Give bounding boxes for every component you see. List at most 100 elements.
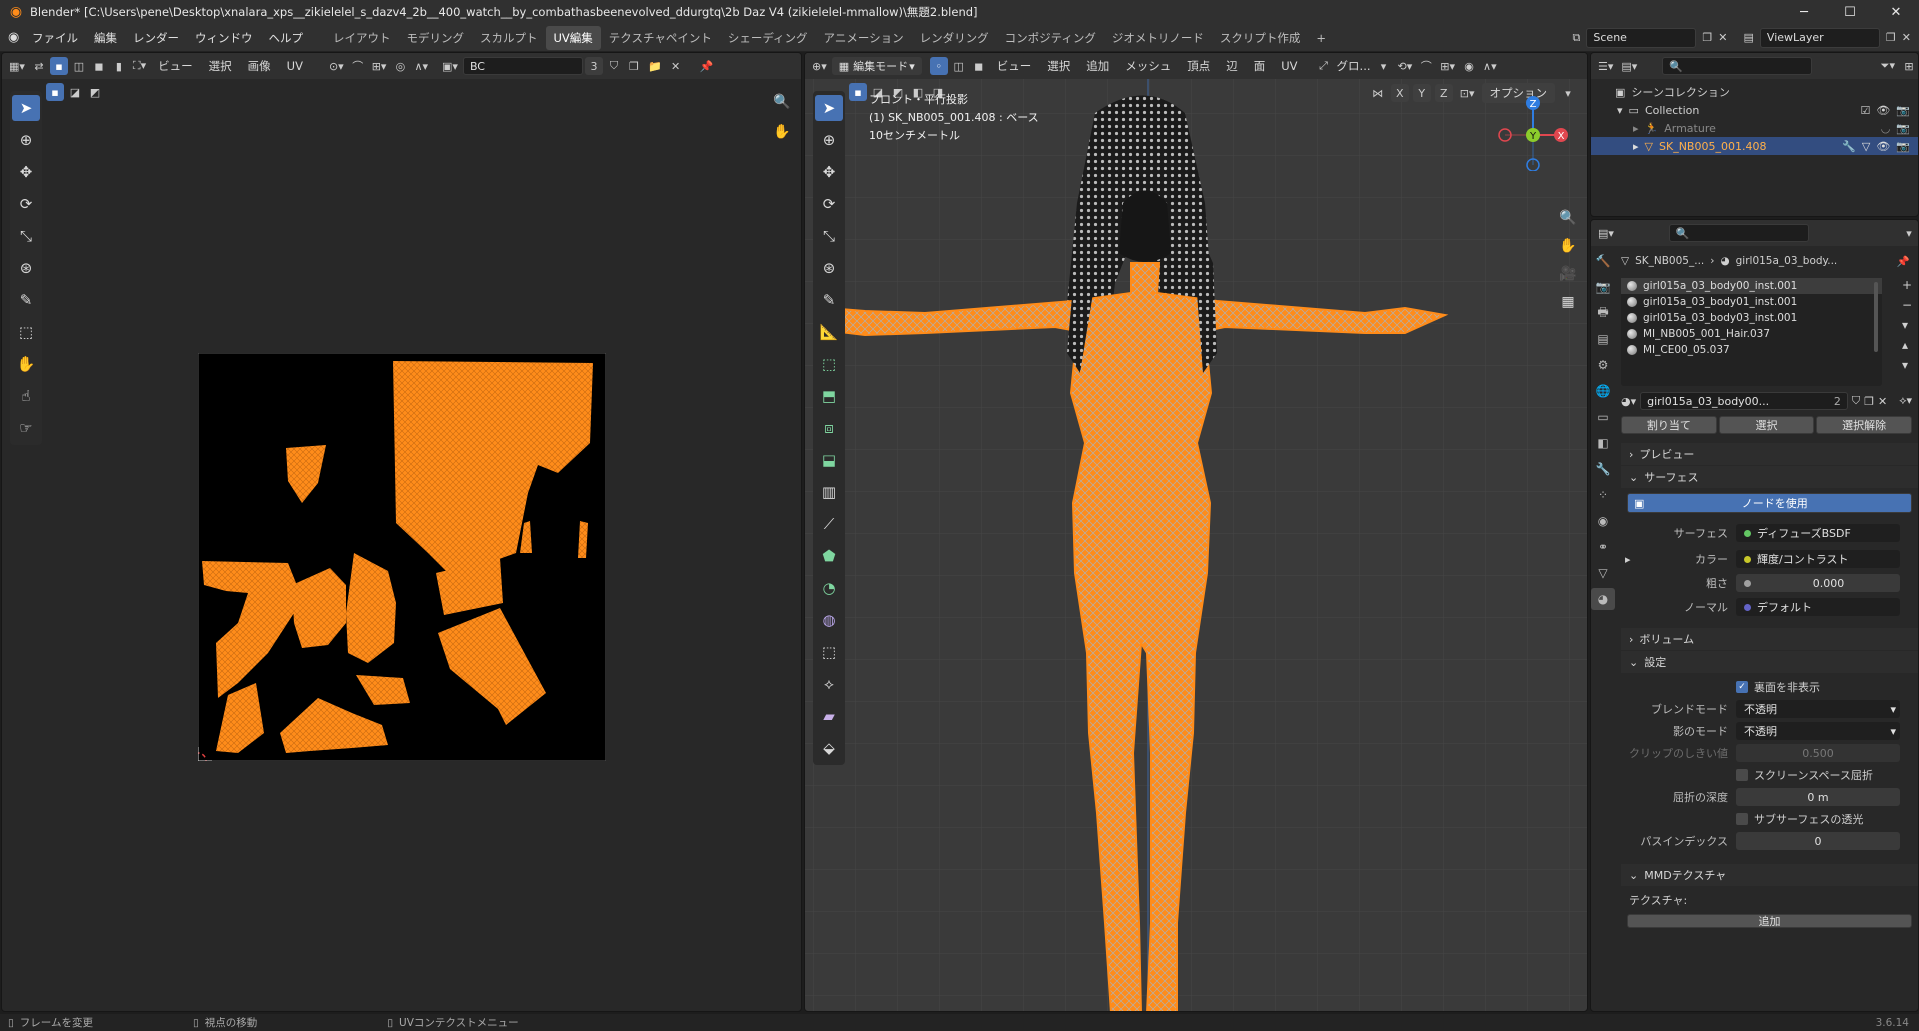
assign-button[interactable]: 割り当て [1621,416,1717,434]
collection-tab-icon[interactable]: ▭ [1591,406,1615,428]
surface-shader-field[interactable]: ディフューズBSDF [1736,524,1900,542]
shrink-fatten-tool-icon[interactable]: ⟡ [815,671,843,697]
color-expand-icon[interactable]: ▸ [1621,553,1635,566]
rip-tool-icon[interactable]: ⬚ [12,319,40,345]
menu-render[interactable]: レンダー [125,30,187,46]
auto-merge-icon[interactable]: ⊡▾ [1457,84,1478,102]
deselect-button[interactable]: 選択解除 [1816,416,1913,434]
tab-layout[interactable]: レイアウト [325,26,399,50]
uv-menu-uv[interactable]: UV [280,59,310,73]
vp-falloff-icon[interactable]: ∧▾ [1480,57,1500,75]
slot-specials-icon[interactable]: ▾ [1902,318,1912,332]
properties-editor-type-icon[interactable]: ▤▾ [1595,224,1617,242]
sss-checkbox[interactable] [1736,813,1748,825]
vp-rotate-tool-icon[interactable]: ⟳ [815,191,843,217]
tool-tab-icon[interactable]: 🔨 [1591,250,1615,272]
vp-menu-view[interactable]: ビュー [990,58,1039,74]
pin-icon[interactable]: 📌 [697,57,717,75]
inset-tool-icon[interactable]: ⧈ [815,415,843,441]
tab-scripting[interactable]: スクリプト作成 [1212,26,1309,50]
use-nodes-button[interactable]: ▣ ノードを使用 [1627,493,1912,513]
image-user-count[interactable]: 3 [584,57,603,75]
vp-menu-add[interactable]: 追加 [1079,58,1116,74]
scene-tab-icon[interactable]: ⚙ [1591,354,1615,376]
view-layer-tab-icon[interactable]: ▤ [1591,328,1615,350]
image-name-field[interactable]: BC [462,57,583,75]
vp-move-tool-icon[interactable]: ✥ [815,159,843,185]
vp-scale-tool-icon[interactable]: ⤡ [815,223,843,249]
shear-tool-icon[interactable]: ▰ [815,703,843,729]
data-tab-icon[interactable]: ▽ [1591,562,1615,584]
add-cube-tool-icon[interactable]: ⬚ [815,351,843,377]
3d-viewport-area[interactable]: ⊕▾ ▦ 編集モード ▾ ◦ ◫ ◼ ビュー 選択 追加 メッシュ 頂点 辺 面 U… [804,52,1588,1012]
vp-proportional-icon[interactable]: ◉ [1460,57,1478,75]
volume-section[interactable]: › ボリューム [1621,628,1918,650]
relax-tool-icon[interactable]: ☝ [12,383,40,409]
select-new-icon[interactable]: ▪ [46,83,64,101]
sync-selection-icon[interactable]: ⇄ [30,57,48,75]
material-slot-item[interactable]: girl015a_03_body00_inst.001 [1621,278,1882,294]
vp-select-tool-icon[interactable]: ➤ [815,95,843,121]
refraction-depth-field[interactable]: 0 m [1736,788,1900,806]
surface-section[interactable]: ⌄ サーフェス [1621,466,1918,488]
pivot-point-icon[interactable]: ⟲▾ [1395,57,1416,75]
vp-select-new-icon[interactable]: ▪ [849,83,867,101]
constraints-tab-icon[interactable]: ⚭ [1591,536,1615,558]
properties-options-icon[interactable]: ▾ [1900,224,1918,242]
editor-type-icon[interactable]: ▦▾ [6,57,28,75]
snap-target-icon[interactable]: ⊞▾ [369,57,390,75]
blender-menu-icon[interactable]: ◉ [0,30,24,45]
expand-chevron-icon[interactable]: ▸ [1633,122,1639,135]
material-fake-user-icon[interactable]: ⛉ [1852,394,1860,408]
close-button[interactable]: ✕ [1873,5,1919,20]
move-slot-up-icon[interactable]: ▴ [1902,338,1912,352]
breadcrumb-pin-icon[interactable]: 📌 [1897,255,1918,268]
modifier-tab-icon[interactable]: 🔧 [1591,458,1615,480]
properties-search-field[interactable]: 🔍 [1668,224,1809,242]
uv-menu-view[interactable]: ビュー [151,58,200,74]
menu-file[interactable]: ファイル [24,30,86,46]
vp-menu-uv[interactable]: UV [1274,59,1304,73]
move-slot-down-icon[interactable]: ▾ [1902,358,1912,372]
material-slot-item[interactable]: MI_NB005_001_Hair.037 [1621,326,1882,342]
rotate-tool-icon[interactable]: ⟳ [12,191,40,217]
vp-zoom-icon[interactable]: 🔍 [1557,207,1579,229]
mirror-x-toggle[interactable]: X [1390,84,1409,102]
poly-build-tool-icon[interactable]: ⬟ [815,543,843,569]
select-subtract-icon[interactable]: ◩ [86,83,104,101]
edge-slide-tool-icon[interactable]: ⬚ [815,639,843,665]
material-tab-icon[interactable]: ◕ [1591,588,1615,610]
edge-select-icon[interactable]: ◫ [70,57,88,75]
uv-editor-area[interactable]: ▦▾ ⇄ ▪ ◫ ◼ ▮ ⛶▾ ビュー 選択 画像 UV ⊙▾ ⌒ ⊞▾ ◎ ∧… [1,52,802,1012]
mirror-z-toggle[interactable]: Z [1434,84,1453,102]
pan-hand-icon[interactable]: ✋ [771,121,793,143]
snap-icon[interactable]: ⌒ [349,57,367,75]
proportional-edit-icon[interactable]: ◎ [391,57,409,75]
add-slot-icon[interactable]: + [1902,278,1912,292]
outliner-editor-type-icon[interactable]: ☰▾ [1595,57,1616,75]
pinch-tool-icon[interactable]: ☞ [12,415,40,441]
camera-icon[interactable]: 📷 [1896,104,1910,117]
cursor-tool-icon[interactable]: ⊕ [12,127,40,153]
vp-menu-mesh[interactable]: メッシュ [1118,58,1178,74]
ortho-toggle-icon[interactable]: ▦ [1557,291,1579,313]
vp-menu-vertex[interactable]: 頂点 [1180,58,1217,74]
orientation-dropdown-icon[interactable]: ▾ [1375,57,1393,75]
settings-section[interactable]: ⌄ 設定 [1621,651,1918,673]
move-tool-icon[interactable]: ✥ [12,159,40,185]
spin-tool-icon[interactable]: ◔ [815,575,843,601]
view-layer-selector[interactable]: ViewLayer [1759,27,1880,48]
mode-selector[interactable]: ▦ 編集モード ▾ [831,57,922,75]
pass-index-field[interactable]: 0 [1736,832,1900,850]
new-view-layer-icon[interactable]: ❐ [1886,31,1896,44]
eye-icon[interactable]: 👁 [1876,104,1890,117]
tab-geometry-nodes[interactable]: ジオメトリノード [1104,26,1212,50]
vp-menu-select[interactable]: 選択 [1040,58,1077,74]
material-slot-item[interactable]: girl015a_03_body03_inst.001 [1621,310,1882,326]
display-mode-icon[interactable]: ▤▾ [1618,57,1640,75]
grab-tool-icon[interactable]: ✋ [12,351,40,377]
scale-tool-icon[interactable]: ⤡ [12,223,40,249]
armature-row[interactable]: ▸ 🏃 Armature ◡ 📷 [1591,119,1918,137]
particles-tab-icon[interactable]: ⁘ [1591,484,1615,506]
viewport-editor-type-icon[interactable]: ⊕▾ [809,57,830,75]
